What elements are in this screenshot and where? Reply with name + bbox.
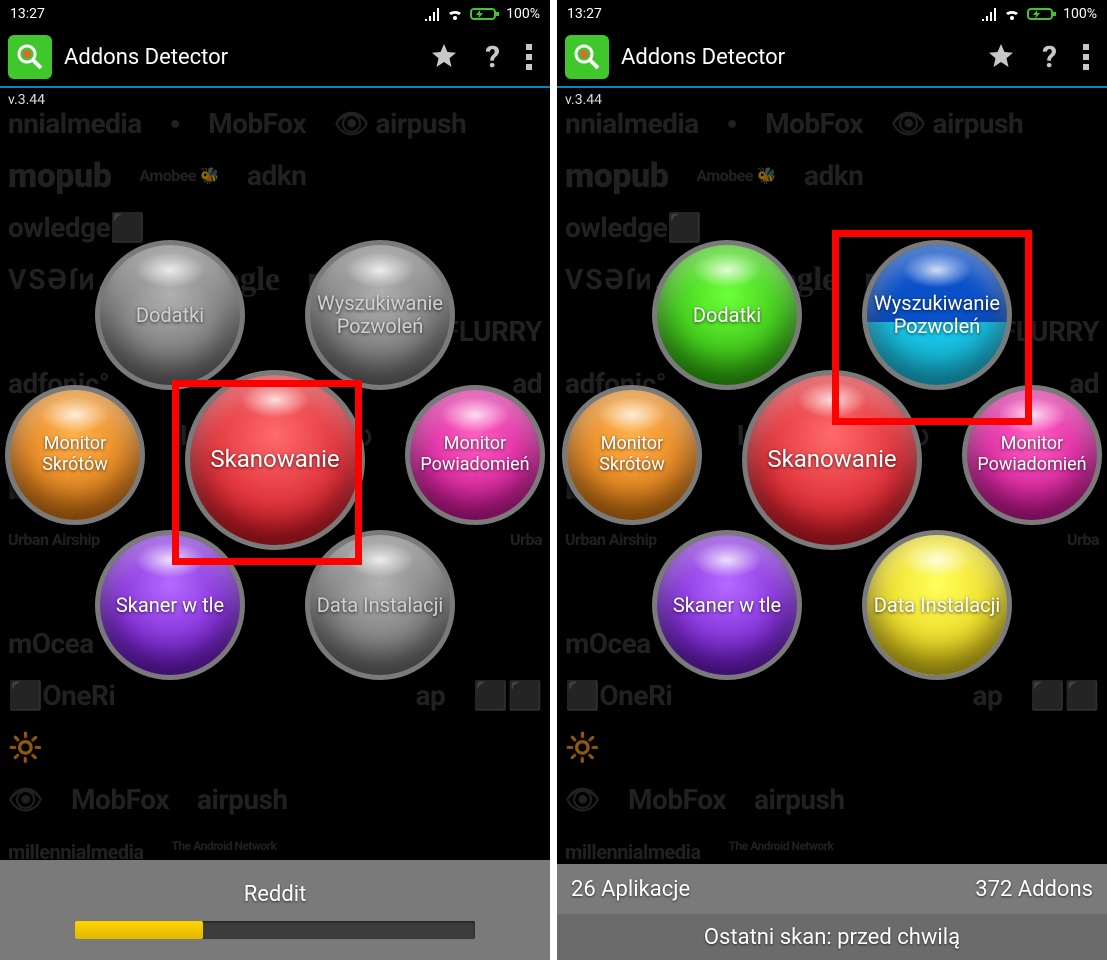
phone-left: 13:27 100% Addons Detector ? v.3.44 nnia… <box>0 0 550 960</box>
permissions-search-button[interactable]: Wyszukiwanie Pozwoleń <box>862 240 1012 390</box>
status-time: 13:27 <box>10 6 45 22</box>
notification-monitor-button[interactable]: Monitor Powiadomień <box>962 385 1102 525</box>
scan-current-app: Reddit <box>244 882 307 907</box>
orb-cluster: Dodatki Wyszukiwanie Pozwoleń Monitor Sk… <box>592 220 1072 700</box>
battery-icon <box>470 7 500 21</box>
app-icon <box>8 35 52 79</box>
battery-pct: 100% <box>1063 6 1097 22</box>
scan-button[interactable]: Skanowanie <box>185 370 365 550</box>
overflow-icon[interactable] <box>526 44 534 70</box>
notification-monitor-button[interactable]: Monitor Powiadomień <box>405 385 545 525</box>
favorite-icon[interactable] <box>986 42 1016 72</box>
progress-track <box>75 921 475 939</box>
permissions-search-button[interactable]: Wyszukiwanie Pozwoleń <box>305 240 455 390</box>
install-date-button[interactable]: Data Instalacji <box>862 530 1012 680</box>
scan-button[interactable]: Skanowanie <box>742 370 922 550</box>
install-date-button[interactable]: Data Instalacji <box>305 530 455 680</box>
shortcut-monitor-button[interactable]: Monitor Skrótów <box>5 385 145 525</box>
overflow-icon[interactable] <box>1083 44 1091 70</box>
signal-icon <box>424 7 440 21</box>
orb-cluster: Dodatki Wyszukiwanie Pozwoleń Monitor Sk… <box>35 220 515 700</box>
addons-button[interactable]: Dodatki <box>95 240 245 390</box>
progress-fill <box>75 921 203 939</box>
wifi-icon <box>446 7 464 21</box>
background-scanner-button[interactable]: Skaner w tle <box>652 530 802 680</box>
help-icon[interactable]: ? <box>485 40 500 75</box>
background-scanner-button[interactable]: Skaner w tle <box>95 530 245 680</box>
app-title: Addons Detector <box>64 45 228 70</box>
signal-icon <box>981 7 997 21</box>
app-title: Addons Detector <box>621 45 785 70</box>
addons-count: 372 Addons <box>975 877 1093 902</box>
apps-count: 26 Aplikacje <box>571 877 690 902</box>
app-icon <box>565 35 609 79</box>
scan-progress-bar: Reddit <box>0 860 550 960</box>
favorite-icon[interactable] <box>429 42 459 72</box>
status-icons: 100% <box>424 6 540 22</box>
addons-button[interactable]: Dodatki <box>652 240 802 390</box>
stats-bar: 26 Aplikacje 372 Addons Ostatni skan: pr… <box>557 864 1107 960</box>
status-time: 13:27 <box>567 6 602 22</box>
battery-pct: 100% <box>506 6 540 22</box>
status-icons: 100% <box>981 6 1097 22</box>
statusbar: 13:27 100% <box>0 0 550 28</box>
wifi-icon <box>1003 7 1021 21</box>
appbar: Addons Detector ? <box>0 28 550 88</box>
last-scan-label: Ostatni skan: przed chwilą <box>704 925 960 950</box>
help-icon[interactable]: ? <box>1042 40 1057 75</box>
phone-right: 13:27 100% Addons Detector ? v.3.44 nnia… <box>557 0 1107 960</box>
shortcut-monitor-button[interactable]: Monitor Skrótów <box>562 385 702 525</box>
statusbar: 13:27 100% <box>557 0 1107 28</box>
battery-icon <box>1027 7 1057 21</box>
appbar: Addons Detector ? <box>557 28 1107 88</box>
